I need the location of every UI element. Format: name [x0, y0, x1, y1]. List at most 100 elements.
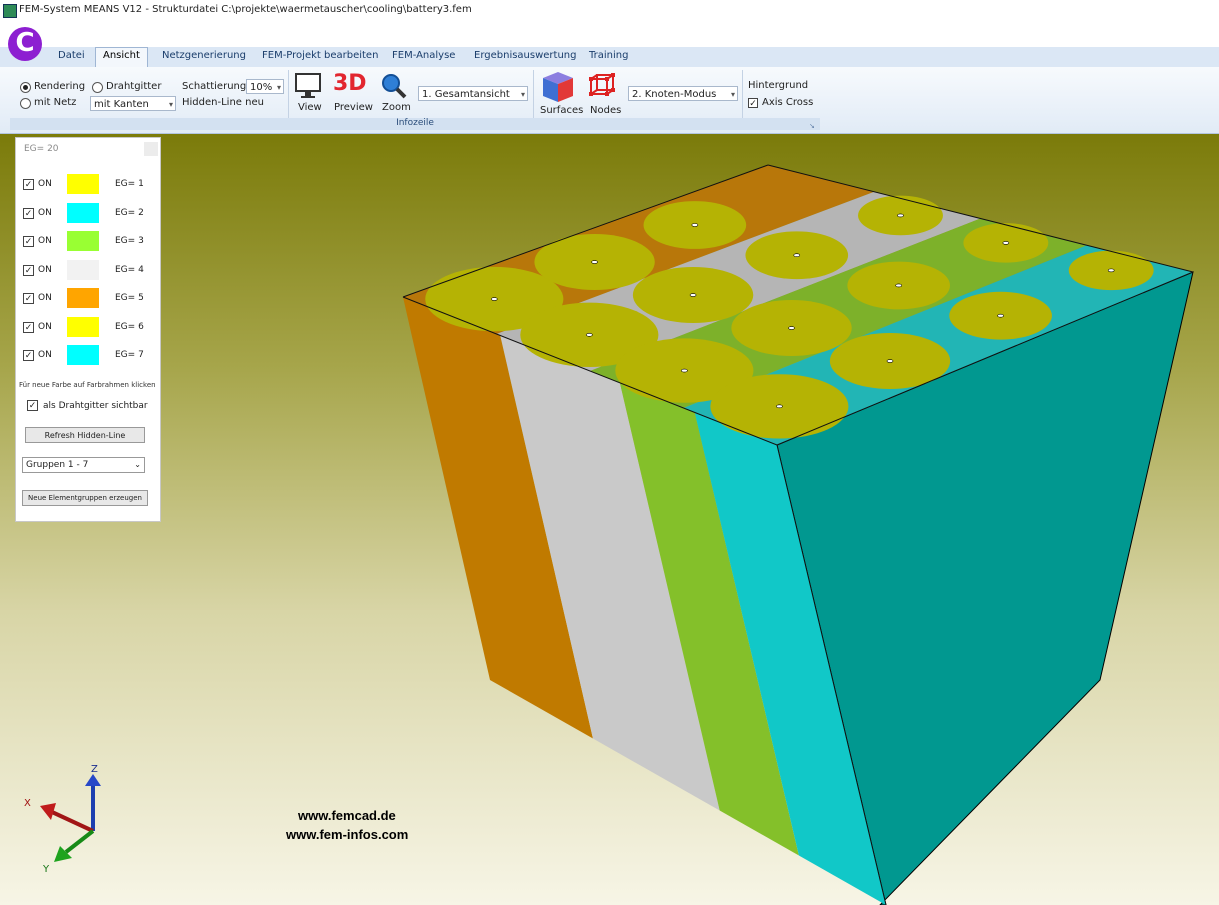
cell-node-marker — [788, 326, 795, 330]
group-row: ✓ ON EG= 2 — [16, 203, 160, 227]
cell-node-marker — [681, 368, 688, 373]
group-color-swatch[interactable] — [67, 260, 99, 280]
tab-ansicht[interactable]: Ansicht — [95, 47, 148, 67]
app-logo[interactable]: C — [8, 27, 42, 61]
cell-node-marker — [1107, 268, 1115, 273]
group-on-checkbox[interactable]: ✓ — [23, 322, 34, 333]
tab-netzgenerierung[interactable]: Netzgenerierung — [162, 50, 246, 61]
ansicht-combo[interactable]: 1. Gesamtansicht ▾ — [418, 86, 528, 101]
watermark-line-1: www.femcad.de — [298, 808, 396, 823]
group-color-swatch[interactable] — [67, 345, 99, 365]
cell-node-marker — [691, 223, 699, 227]
drahtgitter-radio[interactable] — [92, 82, 103, 93]
modus-combo[interactable]: 2. Knoten-Modus ▾ — [628, 86, 738, 101]
gruppen-select[interactable]: Gruppen 1 - 7 ⌄ — [22, 457, 145, 473]
title-bar: FEM-System MEANS V12 - Strukturdatei C:\… — [0, 0, 1219, 22]
z-arrowhead — [85, 774, 101, 786]
group-on-label: ON — [38, 236, 52, 246]
group-on-label: ON — [38, 293, 52, 303]
axis-cross: Z X Y — [24, 764, 101, 875]
group-row: ✓ ON EG= 4 — [16, 260, 160, 284]
z-axis-label: Z — [91, 764, 98, 775]
hintergrund-button[interactable]: Hintergrund — [748, 80, 808, 91]
3d-preview-icon: 3D — [333, 71, 367, 96]
kanten-combo-value: mit Kanten — [94, 99, 149, 110]
drahtgitter-label: Drahtgitter — [106, 81, 162, 92]
axis-cross-checkbox[interactable]: ✓ — [748, 98, 758, 109]
dialog-launcher-icon[interactable]: ↘ — [809, 122, 815, 130]
x-axis-label: X — [24, 798, 31, 809]
schattierung-combo[interactable]: 10% ▾ — [246, 79, 284, 94]
cell-node-marker — [897, 213, 904, 218]
group-on-checkbox[interactable]: ✓ — [23, 350, 34, 361]
schattierung-label: Schattierung: — [182, 81, 250, 92]
group-color-swatch[interactable] — [67, 317, 99, 337]
group-on-checkbox[interactable]: ✓ — [23, 236, 34, 247]
tab-datei[interactable]: Datei — [58, 50, 85, 61]
group-color-swatch[interactable] — [67, 231, 99, 251]
schattierung-value: 10% — [250, 82, 273, 93]
x-axis — [51, 810, 94, 833]
group-row: ✓ ON EG= 1 — [16, 174, 160, 198]
group-label: EG= 7 — [115, 350, 144, 360]
tab-fem-projekt[interactable]: FEM-Projekt bearbeiten — [262, 50, 378, 61]
wireframe-label: als Drahtgitter sichtbar — [43, 401, 148, 411]
ansicht-combo-value: 1. Gesamtansicht — [422, 89, 510, 100]
hidden-line-button[interactable]: Hidden-Line neu — [182, 97, 264, 108]
cell-node-marker — [895, 283, 902, 288]
kanten-combo[interactable]: mit Kanten ▾ — [90, 96, 176, 111]
group-row: ✓ ON EG= 5 — [16, 288, 160, 312]
nodes-icon — [589, 73, 615, 96]
group-label: EG= 5 — [115, 293, 144, 303]
view-button[interactable]: View — [298, 102, 322, 113]
chevron-down-icon: ⌄ — [134, 460, 141, 469]
preview-button[interactable]: Preview — [334, 102, 373, 113]
refresh-hidden-line-button[interactable]: Refresh Hidden-Line — [25, 427, 145, 443]
chevron-down-icon: ▾ — [276, 83, 281, 92]
chevron-down-icon: ▾ — [520, 90, 525, 99]
new-element-groups-button[interactable]: Neue Elementgruppen erzeugen — [22, 490, 148, 506]
ribbon-tabs: Datei Ansicht Netzgenerierung FEM-Projek… — [0, 47, 1219, 68]
model-scene[interactable]: Z X Y — [0, 134, 1219, 905]
battery-model — [402, 164, 1194, 905]
tab-fem-analyse[interactable]: FEM-Analyse — [392, 50, 455, 61]
group-color-swatch[interactable] — [67, 203, 99, 223]
gruppen-select-value: Gruppen 1 - 7 — [26, 460, 89, 470]
group-color-swatch[interactable] — [67, 174, 99, 194]
axis-cross-label: Axis Cross — [762, 97, 814, 108]
rendering-radio[interactable] — [20, 82, 31, 93]
group-label: EG= 6 — [115, 322, 144, 332]
group-color-swatch[interactable] — [67, 288, 99, 308]
ribbon-separator — [533, 70, 534, 118]
surfaces-button[interactable]: Surfaces — [540, 105, 583, 116]
group-row: ✓ ON EG= 3 — [16, 231, 160, 255]
zoom-button[interactable]: Zoom — [382, 102, 411, 113]
chevron-down-icon: ▾ — [730, 90, 735, 99]
tab-ergebnisauswertung[interactable]: Ergebnisauswertung — [474, 50, 577, 61]
group-on-checkbox[interactable]: ✓ — [23, 208, 34, 219]
model-viewport[interactable]: Z X Y www.femcad.de www.fem-infos.com — [0, 134, 1219, 905]
group-on-checkbox[interactable]: ✓ — [23, 265, 34, 276]
wireframe-checkbox[interactable]: ✓ — [27, 400, 38, 411]
panel-close-button[interactable] — [144, 142, 158, 156]
group-label: EG= 1 — [115, 179, 144, 189]
rendering-label: Rendering — [34, 81, 86, 92]
color-hint: Für neue Farbe auf Farbrahmen klicken — [19, 381, 156, 389]
mit-netz-radio[interactable] — [20, 98, 31, 109]
group-on-checkbox[interactable]: ✓ — [23, 293, 34, 304]
group-on-checkbox[interactable]: ✓ — [23, 179, 34, 190]
watermark-line-2: www.fem-infos.com — [286, 827, 409, 842]
group-label: EG= 2 — [115, 208, 144, 218]
group-on-label: ON — [38, 350, 52, 360]
cell-node-marker — [793, 253, 801, 258]
group-on-label: ON — [38, 322, 52, 332]
cube-surfaces-icon — [543, 72, 573, 102]
tab-training[interactable]: Training — [589, 50, 628, 61]
y-axis-label: Y — [42, 864, 50, 875]
mit-netz-label: mit Netz — [34, 97, 77, 108]
monitor-icon — [295, 73, 321, 98]
nodes-button[interactable]: Nodes — [590, 105, 621, 116]
group-on-label: ON — [38, 179, 52, 189]
group-label: EG= 3 — [115, 236, 144, 246]
cell-node-marker — [1002, 241, 1010, 245]
